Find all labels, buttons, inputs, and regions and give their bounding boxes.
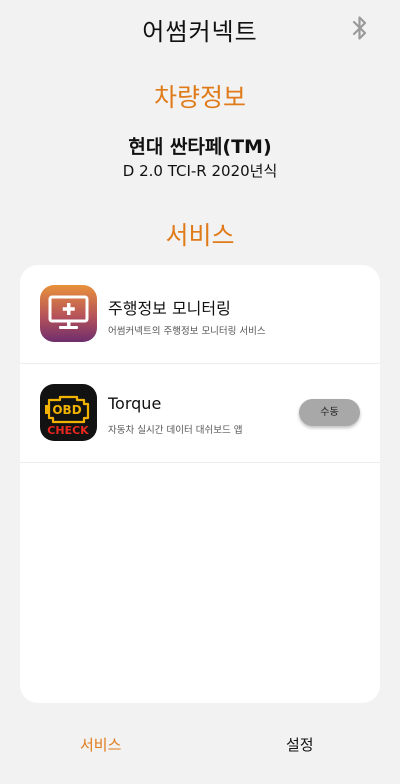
- services-section-title: 서비스: [165, 221, 235, 250]
- manual-button[interactable]: 수동: [299, 399, 360, 426]
- bluetooth-icon[interactable]: [350, 14, 370, 42]
- vehicle-engine: D 2.0 TCI-R 2020년식: [122, 162, 278, 180]
- service-description: 어썸커넥트의 주행정보 모니터링 서비스: [108, 326, 266, 337]
- app-screen: 어썸커넥트 차량정보 현대 싼타페(TM) D 2.0 TCI-R 2020년식…: [0, 0, 400, 784]
- svg-text:CHECK: CHECK: [47, 424, 89, 437]
- vehicle-section-title: 차량정보: [153, 83, 246, 112]
- monitor-plus-icon: [40, 285, 97, 342]
- service-item-driving-monitor[interactable]: 주행정보 모니터링 어썸커넥트의 주행정보 모니터링 서비스: [20, 265, 380, 364]
- service-name: Torque: [108, 394, 162, 413]
- app-title: 어썸커넥트: [142, 18, 258, 46]
- nav-tab-settings[interactable]: 설정: [286, 734, 314, 755]
- nav-tab-services[interactable]: 서비스: [80, 734, 121, 755]
- service-item-torque[interactable]: OBD CHECK Torque 자동차 실시간 데이터 대쉬보드 앱 수동: [20, 364, 380, 463]
- app-header: 어썸커넥트: [0, 0, 400, 56]
- obd-check-icon: OBD CHECK: [40, 384, 97, 441]
- svg-text:OBD: OBD: [52, 403, 81, 417]
- service-name: 주행정보 모니터링: [108, 299, 231, 318]
- bottom-nav: 서비스 설정: [0, 724, 400, 764]
- service-list: 주행정보 모니터링 어썸커넥트의 주행정보 모니터링 서비스 OBD CHECK…: [20, 265, 380, 703]
- service-description: 자동차 실시간 데이터 대쉬보드 앱: [108, 425, 243, 436]
- vehicle-name: 현대 싼타페(TM): [128, 136, 272, 158]
